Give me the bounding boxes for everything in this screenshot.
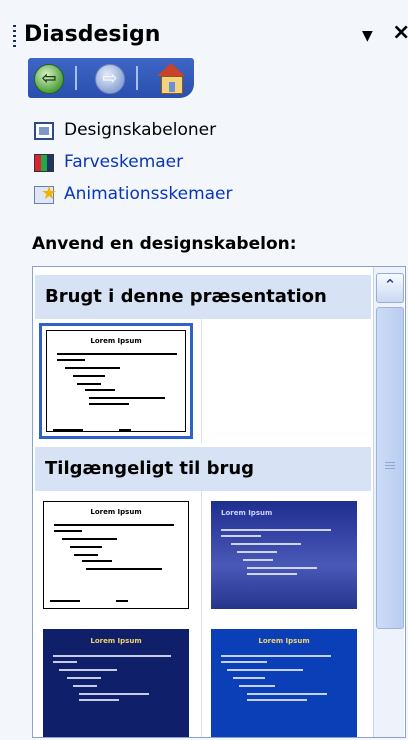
forward-button[interactable]: ⇨ — [95, 64, 125, 94]
back-button[interactable]: ⇦ — [34, 64, 64, 94]
forward-arrow-icon: ⇨ — [102, 68, 118, 89]
toolbar-separator — [136, 66, 138, 90]
toolbar-separator — [75, 66, 77, 90]
slide-design-task-pane: Diasdesign ▼ × ⇦ ⇨ Designskabeloner Farv… — [0, 0, 408, 740]
navigation-toolbar: ⇦ ⇨ — [28, 58, 194, 98]
design-template-icon — [34, 122, 54, 140]
pane-menu-dropdown-icon[interactable]: ▼ — [362, 28, 373, 44]
thumbnail-title: Lorem Ipsum — [258, 637, 310, 645]
scroll-up-button[interactable]: ⌃ — [376, 273, 404, 303]
thumbnail-title: Lorem Ipsum — [90, 337, 142, 345]
apply-template-heading: Anvend en designskabelon: — [32, 234, 297, 254]
color-scheme-icon — [34, 154, 54, 172]
template-thumbnail[interactable]: Lorem Ipsum — [207, 625, 361, 737]
task-pane-titlebar: Diasdesign ▼ × — [0, 0, 408, 58]
template-thumbnail[interactable]: Lorem Ipsum — [39, 497, 193, 613]
link-label[interactable]: Designskabeloner — [64, 120, 216, 140]
home-button[interactable] — [156, 63, 186, 94]
template-thumbnail[interactable]: Lorem Ipsum — [39, 625, 193, 737]
gallery-scrollbar[interactable]: ⌃ — [373, 267, 404, 737]
thumbnail-title: Lorem Ipsum — [90, 637, 142, 645]
template-thumbnail[interactable]: Lorem Ipsum — [39, 323, 193, 439]
group-header-used: Brugt i denne præsentation — [35, 275, 371, 319]
group-header-available: Tilgængeligt til brug — [35, 447, 371, 491]
pane-title: Diasdesign — [24, 22, 161, 47]
grip-icon — [385, 462, 395, 470]
template-gallery: Brugt i denne præsentation Lorem Ipsum T… — [32, 266, 406, 738]
drag-grip[interactable] — [13, 25, 16, 49]
chevron-up-icon: ⌃ — [383, 276, 397, 294]
back-arrow-icon: ⇦ — [41, 68, 57, 89]
thumbnail-title: Lorem Ipsum — [221, 509, 273, 517]
thumbnail-title: Lorem Ipsum — [90, 508, 142, 516]
home-icon — [157, 63, 185, 76]
link-label[interactable]: Animationsskemaer — [64, 184, 233, 204]
animation-scheme-icon: ★ — [34, 183, 57, 204]
scroll-thumb[interactable] — [376, 307, 404, 629]
close-icon[interactable]: × — [392, 20, 408, 45]
template-thumbnail[interactable]: Lorem Ipsum — [207, 497, 361, 613]
link-label[interactable]: Farveskemaer — [64, 152, 183, 172]
